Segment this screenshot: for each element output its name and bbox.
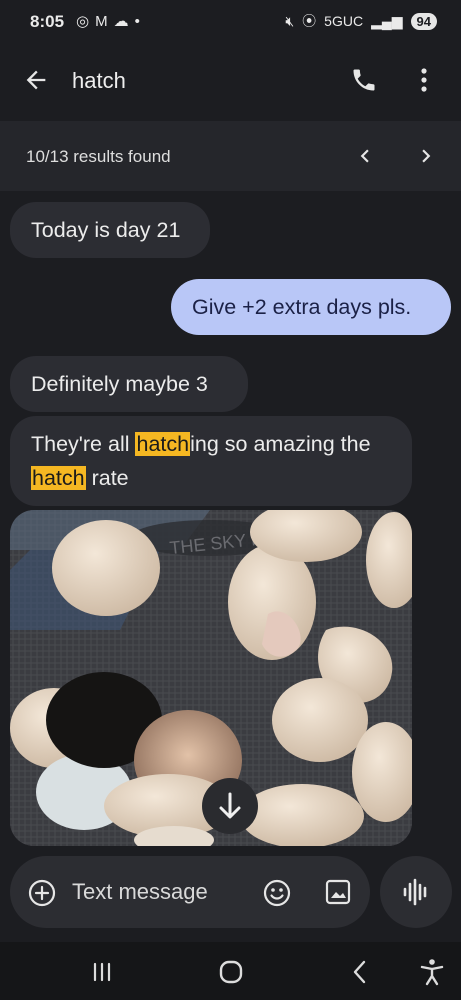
scroll-to-bottom-button[interactable] (202, 778, 258, 834)
status-time: 8:05 (30, 12, 65, 31)
app-bar: hatch (0, 46, 461, 116)
message-incoming[interactable]: They're all hatching so amazing the hatc… (10, 416, 412, 506)
message-text: ing so amazing the (190, 432, 371, 456)
location-icon: ⦿ (302, 13, 317, 29)
message-incoming[interactable]: Definitely maybe 3 (10, 356, 248, 412)
status-bar: 8:05 ◎ M ☁ • 🔇︎ ⦿ 5GUC ▂▄▆ 94 (0, 0, 461, 46)
emoji-icon[interactable] (262, 878, 292, 908)
status-system-icons: 🔇︎ ⦿ 5GUC ▂▄▆ 94 (285, 11, 437, 31)
phone-icon[interactable] (350, 66, 378, 94)
results-count: 10/13 results found (26, 147, 171, 166)
arrow-down-icon (219, 792, 241, 819)
search-query-title[interactable]: hatch (72, 68, 126, 94)
home-icon[interactable] (218, 959, 244, 985)
back-nav-icon[interactable] (348, 959, 372, 985)
message-text: Today is day 21 (31, 218, 181, 242)
add-circle-icon[interactable] (28, 879, 56, 907)
gallery-icon[interactable] (324, 878, 352, 906)
voice-message-button[interactable] (380, 856, 452, 928)
status-notification-icons: ◎ M ☁ • (76, 12, 140, 31)
message-text: They're all (31, 432, 136, 456)
mute-icon: 🔇︎ (285, 12, 295, 29)
instagram-icon: ◎ (76, 13, 90, 30)
message-text: Definitely maybe 3 (31, 372, 208, 396)
message-text: Give +2 extra days pls. (192, 295, 412, 319)
arrow-left-icon[interactable] (22, 66, 50, 94)
message-outgoing[interactable]: Give +2 extra days pls. (171, 279, 451, 335)
gmail-icon: M (95, 12, 108, 30)
cloud-icon: ☁ (113, 13, 129, 30)
chevron-right-icon[interactable] (413, 143, 439, 169)
voice-waveform-icon (403, 878, 427, 906)
search-results-bar: 10/13 results found (0, 121, 461, 191)
battery-badge: 94 (410, 12, 437, 30)
message-incoming[interactable]: Today is day 21 (10, 202, 210, 258)
search-highlight: hatch (31, 466, 86, 490)
network-label: 5GUC (324, 13, 364, 29)
dot-icon: • (134, 12, 140, 30)
signal-icon: ▂▄▆ (371, 12, 403, 29)
message-composer: Text message (10, 856, 370, 928)
chevron-left-icon[interactable] (352, 143, 378, 169)
message-text: rate (85, 466, 129, 490)
recent-apps-icon[interactable] (90, 960, 114, 984)
accessibility-icon[interactable] (419, 958, 445, 986)
more-vert-icon[interactable] (414, 66, 434, 94)
search-highlight: hatch (135, 432, 191, 456)
system-nav-bar (0, 942, 461, 1000)
message-input[interactable]: Text message (72, 879, 208, 905)
